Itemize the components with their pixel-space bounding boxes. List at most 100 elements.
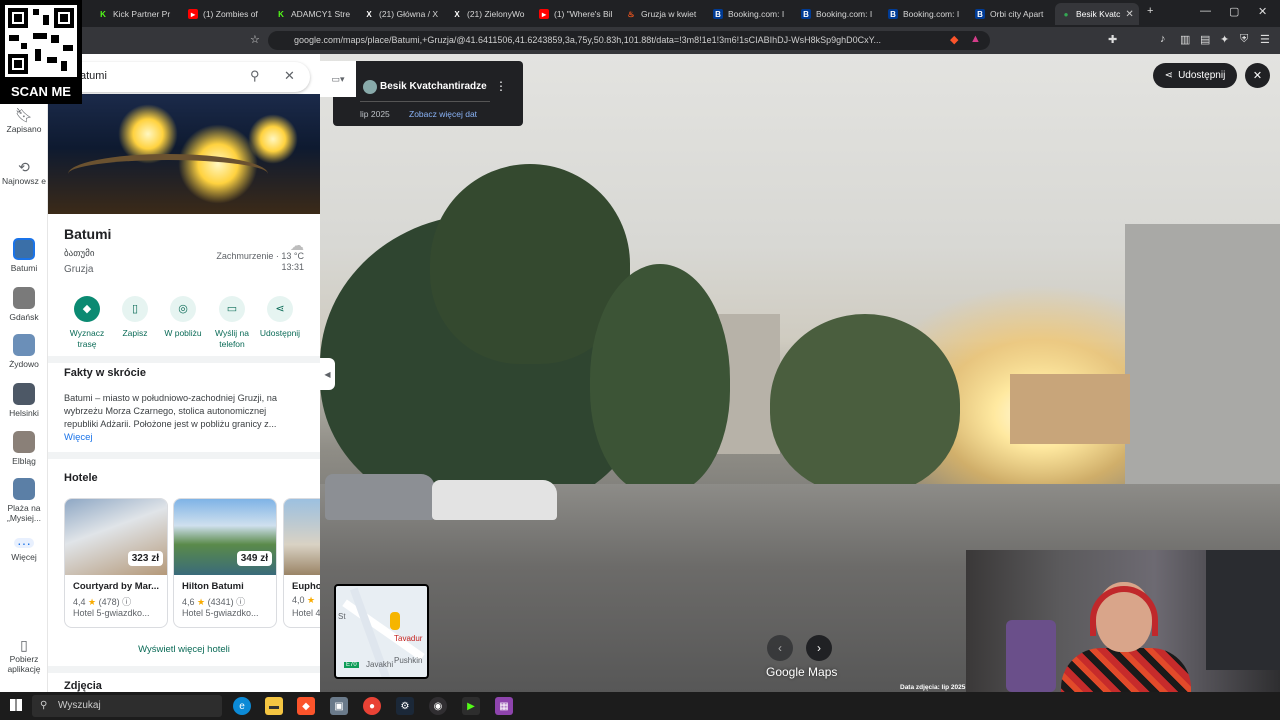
hotel-rating: 4,4 ★ (478) ⓘ — [73, 597, 132, 607]
extensions-icon[interactable]: ✚ — [1108, 33, 1117, 46]
place-actions: ◆ Wyznacz trasę ▯ Zapisz ◎ W pobliżu ▭ Wyśli… — [48, 296, 320, 356]
hotel-rating: 4,0 ★ — [292, 595, 316, 605]
send-to-phone-button[interactable]: ▭ Wyślij na telefon — [207, 296, 257, 350]
menu-icon[interactable]: ☰ — [1260, 33, 1270, 46]
rail-item-plaza[interactable]: Plaża na „Mysiej... — [0, 478, 48, 523]
google-maps-logo: Google Maps — [766, 665, 838, 679]
rail-item-saved[interactable]: 🔖︎ Zapisano — [0, 108, 48, 134]
close-window-button[interactable]: ✕ — [1258, 5, 1267, 18]
url-field[interactable]: google.com/maps/place/Batumi,+Gruzja/@41… — [268, 31, 990, 50]
minimap-road-badge: E70 — [344, 662, 359, 668]
obs-icon[interactable]: ◉ — [429, 697, 447, 715]
keyboard-icon[interactable]: ▭▾ — [320, 61, 356, 97]
windows-start-icon[interactable] — [10, 699, 22, 711]
app-icon[interactable]: ▦ — [495, 697, 513, 715]
steam-icon[interactable]: ⚙ — [396, 697, 414, 715]
minimize-button[interactable]: — — [1200, 5, 1211, 17]
media-icon[interactable]: ♪ — [1160, 33, 1166, 45]
address-bar-row: ☆ google.com/maps/place/Batumi,+Gruzja/@… — [0, 27, 1280, 54]
photos-title: Zdjęcia — [64, 680, 102, 692]
close-tab-icon[interactable]: ✕ — [1125, 9, 1133, 20]
hotel-card[interactable]: 349 zł Hilton Batumi 4,6 ★ (4341) ⓘ Hote… — [173, 498, 277, 628]
local-time: 13:31 — [281, 262, 304, 272]
info-icon[interactable]: ⓘ — [122, 597, 131, 607]
search-box[interactable]: atumi ⚲ ✕ — [48, 62, 310, 92]
previous-button[interactable]: ‹ — [767, 635, 793, 661]
nearby-button[interactable]: ◎ W pobliżu — [158, 296, 208, 339]
rail-item-get-app[interactable]: ▯ Pobierz aplikację — [0, 638, 48, 674]
leo-ai-icon[interactable]: ✦ — [1220, 33, 1229, 46]
new-tab-button[interactable]: + — [1147, 5, 1153, 17]
rail-item-more[interactable]: ··· Więcej — [0, 536, 48, 562]
youtube-icon: ▸ — [539, 9, 549, 19]
pegman-icon[interactable] — [390, 612, 400, 630]
tab-youtube-wheres[interactable]: ▸ (1) "Where's Bil — [533, 3, 623, 25]
image-date: Data zdjęcia: lip 2025 — [900, 684, 966, 691]
photographer-name[interactable]: Besik Kvatchantiradze — [380, 81, 487, 92]
minimap-label: Javakhi — [366, 660, 394, 669]
tab-booking-2[interactable]: B Booking.com: I — [795, 3, 883, 25]
batumi-thumbnail — [13, 238, 35, 260]
edge-icon[interactable]: e — [233, 697, 251, 715]
tab-x-zielonywo[interactable]: X (21) ZielonyWo — [446, 3, 536, 25]
tab-booking-3[interactable]: B Booking.com: I — [882, 3, 970, 25]
more-icon: ··· — [14, 536, 34, 550]
vpn-icon[interactable]: ⛨ — [1240, 33, 1248, 46]
search-input[interactable]: atumi — [80, 70, 107, 82]
rail-item-batumi[interactable]: Batumi — [0, 238, 48, 273]
tab-youtube-zombies[interactable]: ▸ (1) Zombies of — [182, 3, 272, 25]
media-player-icon[interactable]: ▶ — [462, 697, 480, 715]
tab-kick-adamcy[interactable]: K ADAMCY1 Stre — [270, 3, 360, 25]
collapse-panel-button[interactable]: ◀ — [320, 358, 335, 390]
avatar[interactable] — [363, 80, 377, 94]
hotel-card[interactable]: 323 zł Courtyard by Mar... 4,4 ★ (478) ⓘ… — [64, 498, 168, 628]
weather-text: Zachmurzenie · 13 °C — [216, 251, 304, 261]
brave-shield-icon[interactable]: ◆ — [950, 33, 958, 46]
share-button[interactable]: ⋖ Udostępnij — [255, 296, 305, 339]
divider — [48, 356, 320, 363]
tab-gruzja[interactable]: ♨ Gruzja w kwiet — [620, 3, 710, 25]
search-icon[interactable]: ⚲ — [250, 68, 260, 84]
maximize-button[interactable]: ▢ — [1229, 5, 1239, 18]
rail-item-gdansk[interactable]: Gdańsk — [0, 287, 48, 322]
wallet-icon[interactable]: ▤ — [1200, 33, 1210, 46]
app-icon[interactable]: ▣ — [330, 697, 348, 715]
rail-item-helsinki[interactable]: Helsinki — [0, 383, 48, 418]
chevron-left-icon: ‹ — [778, 641, 782, 655]
mini-map[interactable]: Tavadur Pushkin Javakhi St E70 — [334, 584, 429, 679]
more-hotels-link[interactable]: Wyświetl więcej hoteli — [48, 644, 320, 655]
tab-booking-1[interactable]: B Booking.com: I — [707, 3, 795, 25]
directions-button[interactable]: ◆ Wyznacz trasę — [62, 296, 112, 350]
x-icon: X — [454, 9, 460, 19]
webcam-window — [1206, 550, 1280, 670]
tab-x-glowna[interactable]: X (21) Główna / X — [358, 3, 448, 25]
facts-more-link[interactable]: Więcej — [64, 432, 93, 443]
sidebar-icon[interactable]: ▥ — [1180, 33, 1190, 46]
close-street-view-button[interactable]: ✕ — [1245, 63, 1270, 88]
next-button[interactable]: › — [806, 635, 832, 661]
info-icon[interactable]: ⓘ — [236, 597, 245, 607]
tab-google-maps-active[interactable]: ● Besik Kvatc ✕ — [1055, 3, 1139, 25]
tab-orbi-city[interactable]: B Orbi city Apart — [969, 3, 1055, 25]
tab-kick-partner[interactable]: K Kick Partner Pr — [92, 3, 182, 25]
hotel-card[interactable]: Eupho 4,0 ★ Hotel 4 — [283, 498, 320, 628]
share-button[interactable]: ⋖ Udostępnij — [1153, 63, 1237, 88]
brave-icon[interactable]: ◆ — [297, 697, 315, 715]
facts-text: Batumi – miasto w południowo-zachodniej … — [64, 393, 277, 429]
bookmark-page-icon[interactable]: ☆ — [250, 33, 260, 46]
chrome-icon[interactable]: ● — [363, 697, 381, 715]
rail-item-recent[interactable]: ⟲ Najnowsz e — [0, 160, 48, 186]
brave-rewards-icon[interactable]: ▲ — [970, 33, 981, 45]
more-options-icon[interactable]: ⋮ — [495, 79, 507, 93]
rail-item-zydowo[interactable]: Żydowo — [0, 334, 48, 369]
rail-item-elblag[interactable]: Elbląg — [0, 431, 48, 466]
taskbar-search[interactable]: ⚲ Wyszukaj — [32, 695, 222, 717]
file-explorer-icon[interactable]: ▬ — [265, 697, 283, 715]
save-button[interactable]: ▯ Zapisz — [110, 296, 160, 339]
place-hero-photo[interactable] — [48, 94, 320, 214]
hotels-title: Hotele — [64, 472, 98, 484]
hotel-name: Courtyard by Mar... — [73, 581, 160, 592]
chevron-left-icon: ◀ — [324, 369, 331, 379]
clear-search-icon[interactable]: ✕ — [284, 68, 295, 84]
see-more-dates-link[interactable]: Zobacz więcej dat — [409, 109, 477, 119]
